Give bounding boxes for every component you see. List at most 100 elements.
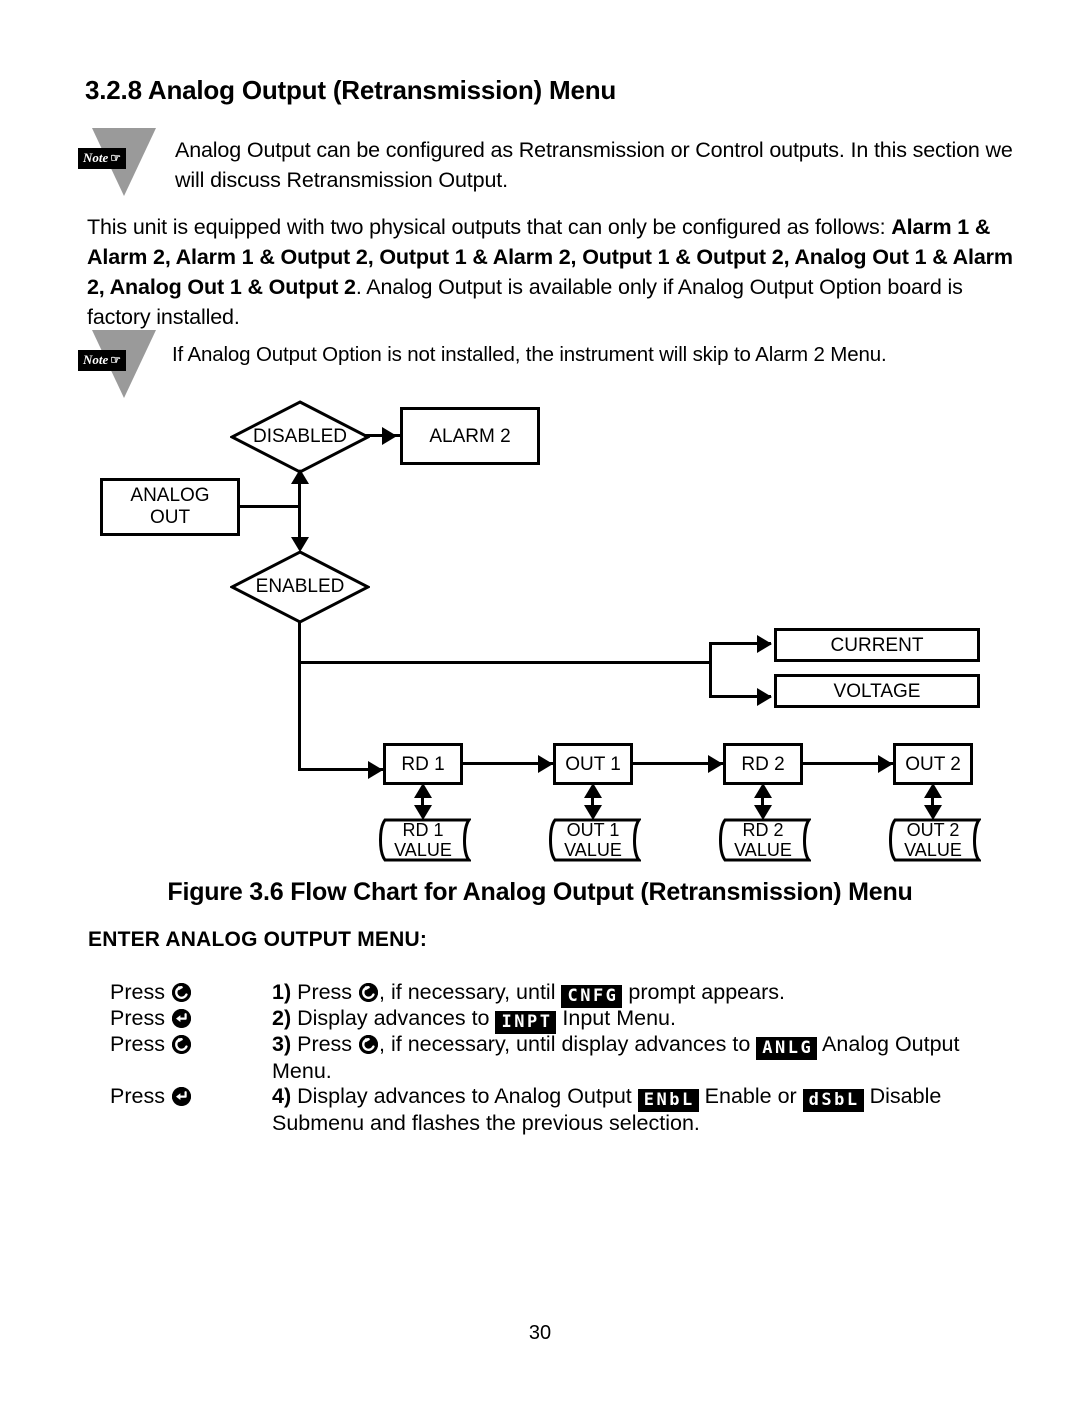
- flow-node-current-label: CURRENT: [830, 634, 924, 656]
- value-line-1: OUT 2: [906, 820, 960, 840]
- flow-node-current: CURRENT: [774, 628, 980, 662]
- step-text-pre: Press: [291, 1032, 359, 1056]
- menu-key-icon: [171, 983, 191, 1002]
- pointing-hand-icon: ☞: [110, 151, 122, 165]
- arrowhead-up: [754, 783, 772, 798]
- flow-node-voltage-label: VOLTAGE: [833, 680, 921, 702]
- flow-node-rd1-label: RD 1: [401, 753, 445, 775]
- press-label-2: Press: [110, 1006, 192, 1031]
- flow-node-analog-out-line2: OUT: [149, 507, 191, 528]
- flow-node-out2: OUT 2: [893, 743, 973, 785]
- pointing-hand-icon: ☞: [110, 353, 122, 367]
- note-badge: Note ☞: [78, 350, 127, 371]
- press-word: Press: [110, 1032, 165, 1056]
- flow-node-alarm2-label: ALARM 2: [429, 425, 511, 447]
- note-2-text: If Analog Output Option is not installed…: [172, 343, 887, 366]
- subheading-enter-analog-output-menu: ENTER ANALOG OUTPUT MENU:: [88, 928, 428, 951]
- intro-paragraph: This unit is equipped with two physical …: [87, 212, 1027, 332]
- value-line-1: RD 1: [402, 820, 444, 840]
- step-text-pre: Press: [291, 980, 359, 1004]
- enter-key-icon: [171, 1009, 191, 1028]
- menu-key-icon: [359, 983, 379, 1002]
- figure-caption: Figure 3.6 Flow Chart for Analog Output …: [167, 878, 913, 906]
- flowchart-analog-output: DISABLED ALARM 2 ANALOG OUT ENABLED CURR…: [0, 395, 1080, 875]
- press-label-1: Press: [110, 980, 192, 1005]
- flow-node-analog-out: ANALOG OUT: [100, 478, 240, 536]
- step-text-mid: Enable or: [698, 1084, 803, 1108]
- flow-node-voltage: VOLTAGE: [774, 674, 980, 708]
- value-line-2: VALUE: [564, 840, 622, 860]
- page-title: 3.2.8 Analog Output (Retransmission) Men…: [85, 75, 617, 105]
- connector-analogout-spine: [239, 505, 301, 508]
- value-line-1: OUT 1: [566, 820, 620, 840]
- flow-node-rd2-label: RD 2: [741, 753, 785, 775]
- flow-node-out2-label: OUT 2: [905, 753, 961, 775]
- step-number: 4): [272, 1084, 292, 1108]
- flow-node-rd1-value-text: RD 1 VALUE: [375, 818, 471, 862]
- menu-key-icon: [171, 1035, 191, 1054]
- connector-output-type-bracket: [709, 642, 712, 698]
- press-word: Press: [110, 980, 165, 1004]
- step-text-post: Input Menu.: [556, 1006, 676, 1030]
- press-label-3: Press: [110, 1032, 192, 1057]
- flow-node-out2-value-text: OUT 2 VALUE: [885, 818, 981, 862]
- value-line-2: VALUE: [394, 840, 452, 860]
- note-badge-text: Note: [83, 150, 109, 165]
- note-icon-2: Note ☞: [78, 330, 170, 402]
- flow-node-out1-value-text: OUT 1 VALUE: [545, 818, 641, 862]
- flow-node-analog-out-line1: ANALOG: [130, 485, 210, 506]
- flow-node-rd1-value: RD 1 VALUE: [375, 818, 473, 862]
- press-word: Press: [110, 1084, 165, 1108]
- flow-node-out1-label: OUT 1: [565, 753, 621, 775]
- step-number: 2): [272, 1006, 292, 1030]
- arrowhead-right-rd1: [368, 761, 383, 779]
- document-page: 3.2.8 Analog Output (Retransmission) Men…: [0, 0, 1080, 1412]
- arrowhead-up: [414, 783, 432, 798]
- value-line-2: VALUE: [904, 840, 962, 860]
- flow-node-out1-value: OUT 1 VALUE: [545, 818, 643, 862]
- arrowhead-right-current: [757, 635, 772, 653]
- press-word: Press: [110, 1006, 165, 1030]
- enter-key-icon: [171, 1087, 191, 1106]
- step-text-pre: Display advances to Analog Output: [291, 1084, 638, 1108]
- flow-node-rd2-value-text: RD 2 VALUE: [715, 818, 811, 862]
- flow-node-rd1: RD 1: [383, 743, 463, 785]
- step-item-2: 2) Display advances to INPT Input Menu.: [272, 1006, 1032, 1034]
- arrowhead-right: [382, 427, 397, 445]
- arrowhead-right-out1: [538, 755, 553, 773]
- step-number: 3): [272, 1032, 292, 1056]
- lcd-display-inpt: INPT: [495, 1011, 557, 1034]
- lcd-display-anlg: ANLG: [756, 1037, 818, 1060]
- arrowhead-right-voltage: [757, 688, 772, 706]
- flow-node-disabled-label: DISABLED: [253, 426, 347, 447]
- arrowhead-up: [291, 469, 309, 484]
- connector-to-output-type: [298, 661, 712, 664]
- step-text-post: prompt appears.: [622, 980, 785, 1004]
- step-item-3: 3) Press , if necessary, until display a…: [272, 1032, 1020, 1084]
- flow-node-disabled: DISABLED: [230, 400, 370, 474]
- step-text-mid: , if necessary, until display advances t…: [379, 1032, 757, 1056]
- step-text-mid: , if necessary, until: [379, 980, 562, 1004]
- arrowhead-up: [924, 783, 942, 798]
- value-line-2: VALUE: [734, 840, 792, 860]
- flow-node-rd2-value: RD 2 VALUE: [715, 818, 813, 862]
- arrowhead-up: [584, 783, 602, 798]
- flow-node-out2-value: OUT 2 VALUE: [885, 818, 983, 862]
- flow-node-enabled-label: ENABLED: [255, 576, 345, 597]
- note-1-text: Analog Output can be configured as Retra…: [175, 138, 1013, 192]
- flow-node-alarm2: ALARM 2: [400, 407, 540, 465]
- page-number: 30: [528, 1322, 552, 1344]
- arrowhead-right-rd2: [708, 755, 723, 773]
- arrowhead-right-out2: [878, 755, 893, 773]
- menu-key-icon: [359, 1035, 379, 1054]
- press-label-4: Press: [110, 1084, 192, 1109]
- connector-enabled-down: [298, 621, 301, 771]
- lcd-display-cnfg: CNFG: [561, 985, 623, 1008]
- flow-node-out1: OUT 1: [553, 743, 633, 785]
- flow-node-rd2: RD 2: [723, 743, 803, 785]
- step-item-1: 1) Press , if necessary, until CNFG prom…: [272, 980, 1032, 1008]
- paragraph-lead: This unit is equipped with two physical …: [87, 215, 892, 239]
- lcd-display-dsbl: dSbL: [802, 1089, 864, 1112]
- lcd-display-enbl: ENbL: [637, 1089, 699, 1112]
- note-badge: Note ☞: [78, 148, 127, 169]
